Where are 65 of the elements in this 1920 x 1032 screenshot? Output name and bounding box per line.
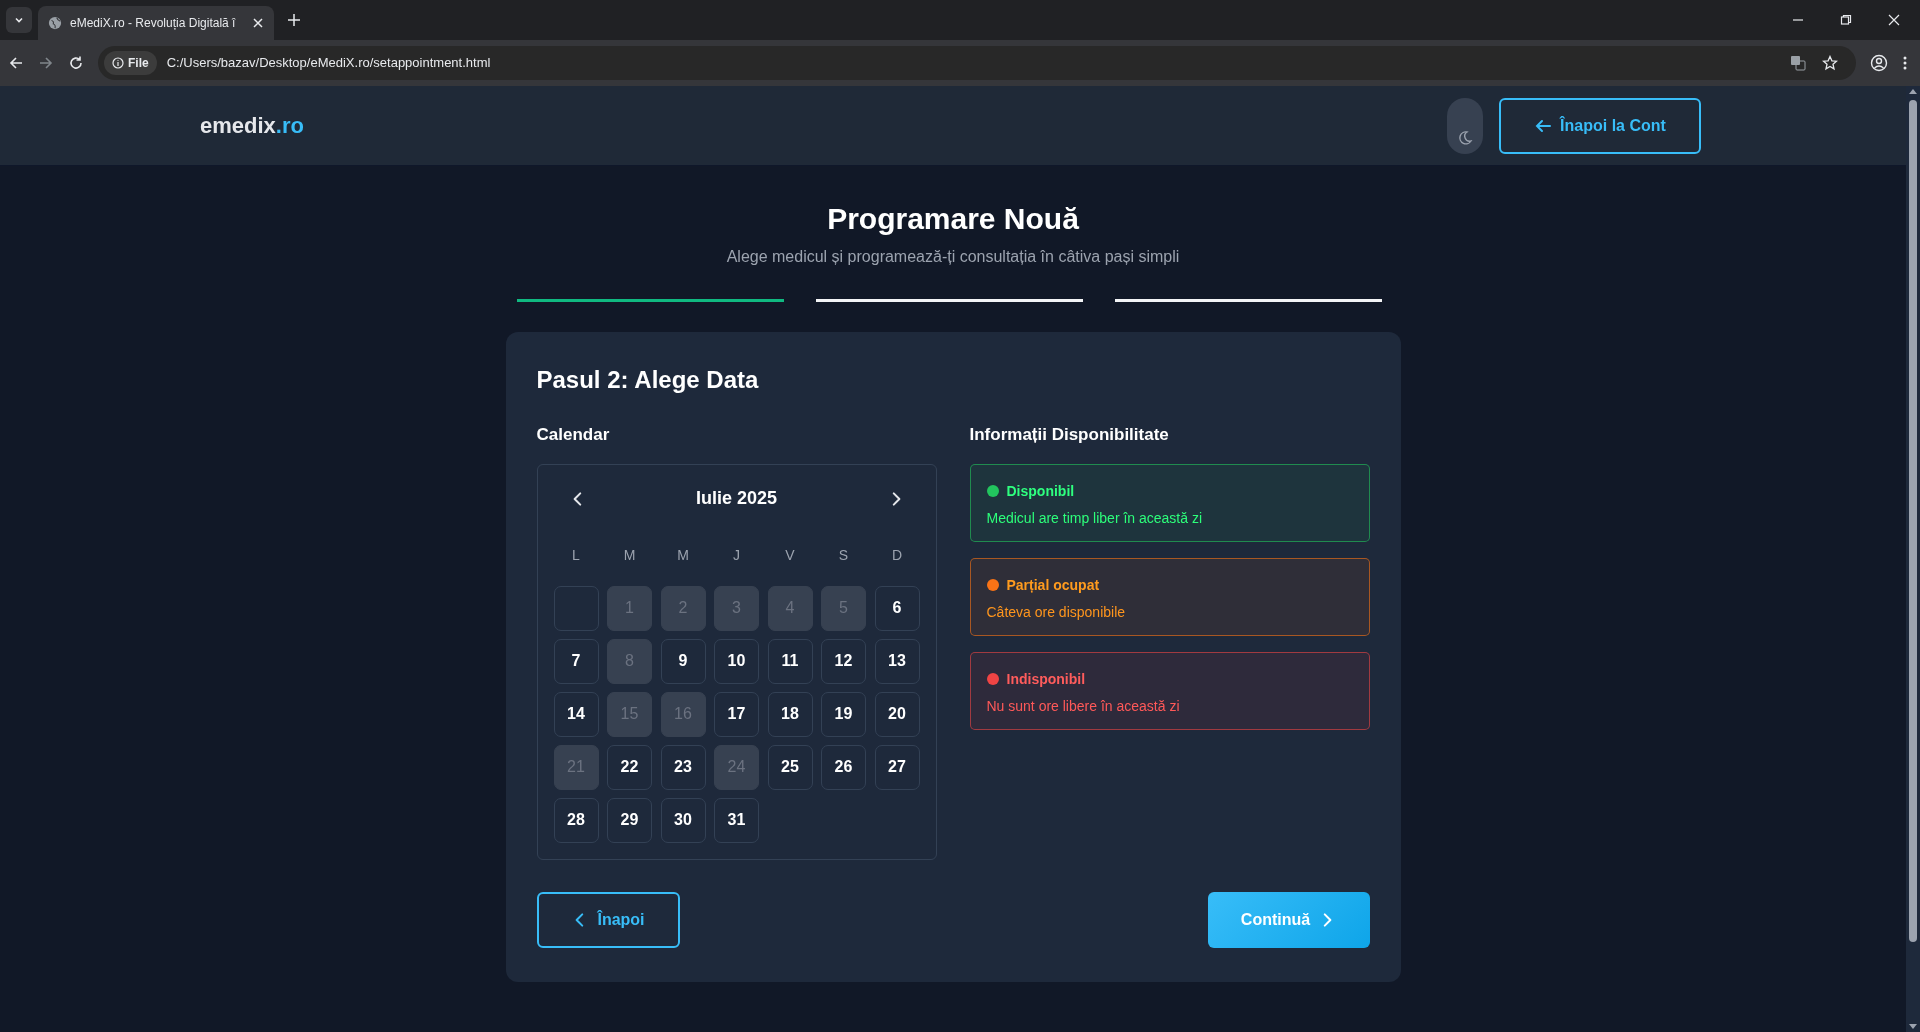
status-title: Indisponibil	[1006, 669, 1086, 689]
site-info-button[interactable]: File	[104, 51, 157, 75]
weekday-label: J	[733, 545, 740, 565]
calendar-day[interactable]: 9	[660, 638, 706, 684]
weekday-label: V	[785, 545, 795, 565]
calendar-day[interactable]: 17	[714, 691, 759, 737]
translate-icon[interactable]	[1790, 55, 1806, 71]
calendar-day[interactable]: 18	[767, 691, 813, 737]
weekday-label: M	[623, 545, 636, 565]
calendar-day[interactable]: 7	[553, 638, 599, 684]
step-title: Pasul 2: Alege Data	[536, 365, 760, 395]
calendar-day[interactable]: 30	[660, 797, 706, 843]
weekday-label: S	[838, 545, 849, 565]
calendar-day[interactable]: 26	[821, 744, 866, 790]
weekday-label: M	[677, 545, 689, 565]
info-heading: Informații Disponibilitate	[969, 424, 1170, 446]
back-button[interactable]: Înapoi	[536, 891, 680, 948]
calendar-day[interactable]: 27	[874, 744, 920, 790]
calendar-day[interactable]: 14	[553, 691, 599, 737]
status-description: Nu sunt ore libere în această zi	[986, 696, 1181, 716]
calendar-day[interactable]: 28	[553, 797, 599, 843]
status-description: Medicul are timp liber în această zi	[986, 508, 1204, 528]
calendar-day[interactable]: 25	[767, 744, 813, 790]
back-to-account-button[interactable]: Înapoi la Cont	[1499, 97, 1701, 154]
back-arrow-icon[interactable]	[8, 55, 24, 71]
close-icon[interactable]	[1888, 14, 1900, 26]
forward-arrow-icon[interactable]	[38, 55, 54, 71]
scrollbar[interactable]	[1906, 86, 1920, 1032]
status-title: Disponibil	[1006, 481, 1075, 501]
page-subtitle: Alege medicul și programează-ți consultația în câtiva pași simpli	[726, 247, 1180, 267]
calendar-day[interactable]: 12	[821, 638, 866, 684]
tab-title: eMediX.ro - Revoluția Digitală î	[70, 15, 237, 32]
status-title: Parțial ocupat	[1006, 575, 1100, 595]
moon-icon	[1457, 129, 1473, 146]
new-tab-icon[interactable]	[288, 14, 300, 26]
logo[interactable]: emedix.ro	[200, 109, 304, 142]
weekday-label: L	[572, 545, 580, 565]
calendar-day[interactable]: 31	[714, 797, 759, 843]
weekday-label: D	[891, 545, 903, 565]
calendar-day[interactable]: 22	[607, 744, 652, 790]
calendar-day[interactable]: 20	[874, 691, 920, 737]
menu-icon[interactable]	[1902, 55, 1908, 71]
calendar-day[interactable]: 29	[607, 797, 652, 843]
calendar-day[interactable]: 13	[874, 638, 920, 684]
reload-icon[interactable]	[68, 55, 84, 71]
calendar-day[interactable]: 19	[821, 691, 866, 737]
calendar-day[interactable]: 6	[874, 585, 920, 631]
page-title: Programare Nouă	[827, 201, 1079, 237]
info-icon	[112, 57, 124, 69]
empty-day-cell	[553, 585, 599, 631]
tab-list-button[interactable]	[6, 7, 32, 33]
restore-icon[interactable]	[1840, 14, 1852, 26]
close-icon[interactable]	[252, 17, 264, 29]
profile-icon[interactable]	[1870, 54, 1888, 72]
month-label: Iulie 2025	[695, 487, 778, 510]
theme-toggle-button[interactable]	[1447, 97, 1483, 154]
calendar-day[interactable]: 23	[660, 744, 706, 790]
address-url[interactable]: C:/Users/bazav/Desktop/eMediX.ro/setappointment.html	[166, 53, 1780, 73]
calendar-day[interactable]: 11	[767, 638, 813, 684]
globe-icon	[48, 16, 62, 30]
calendar-day[interactable]: 10	[714, 638, 759, 684]
star-icon[interactable]	[1822, 55, 1838, 71]
browser-tab[interactable]: eMediX.ro - Revoluția Digitală î	[38, 6, 274, 40]
status-description: Câteva ore disponibile	[986, 602, 1127, 622]
calendar-heading: Calendar	[536, 424, 611, 446]
